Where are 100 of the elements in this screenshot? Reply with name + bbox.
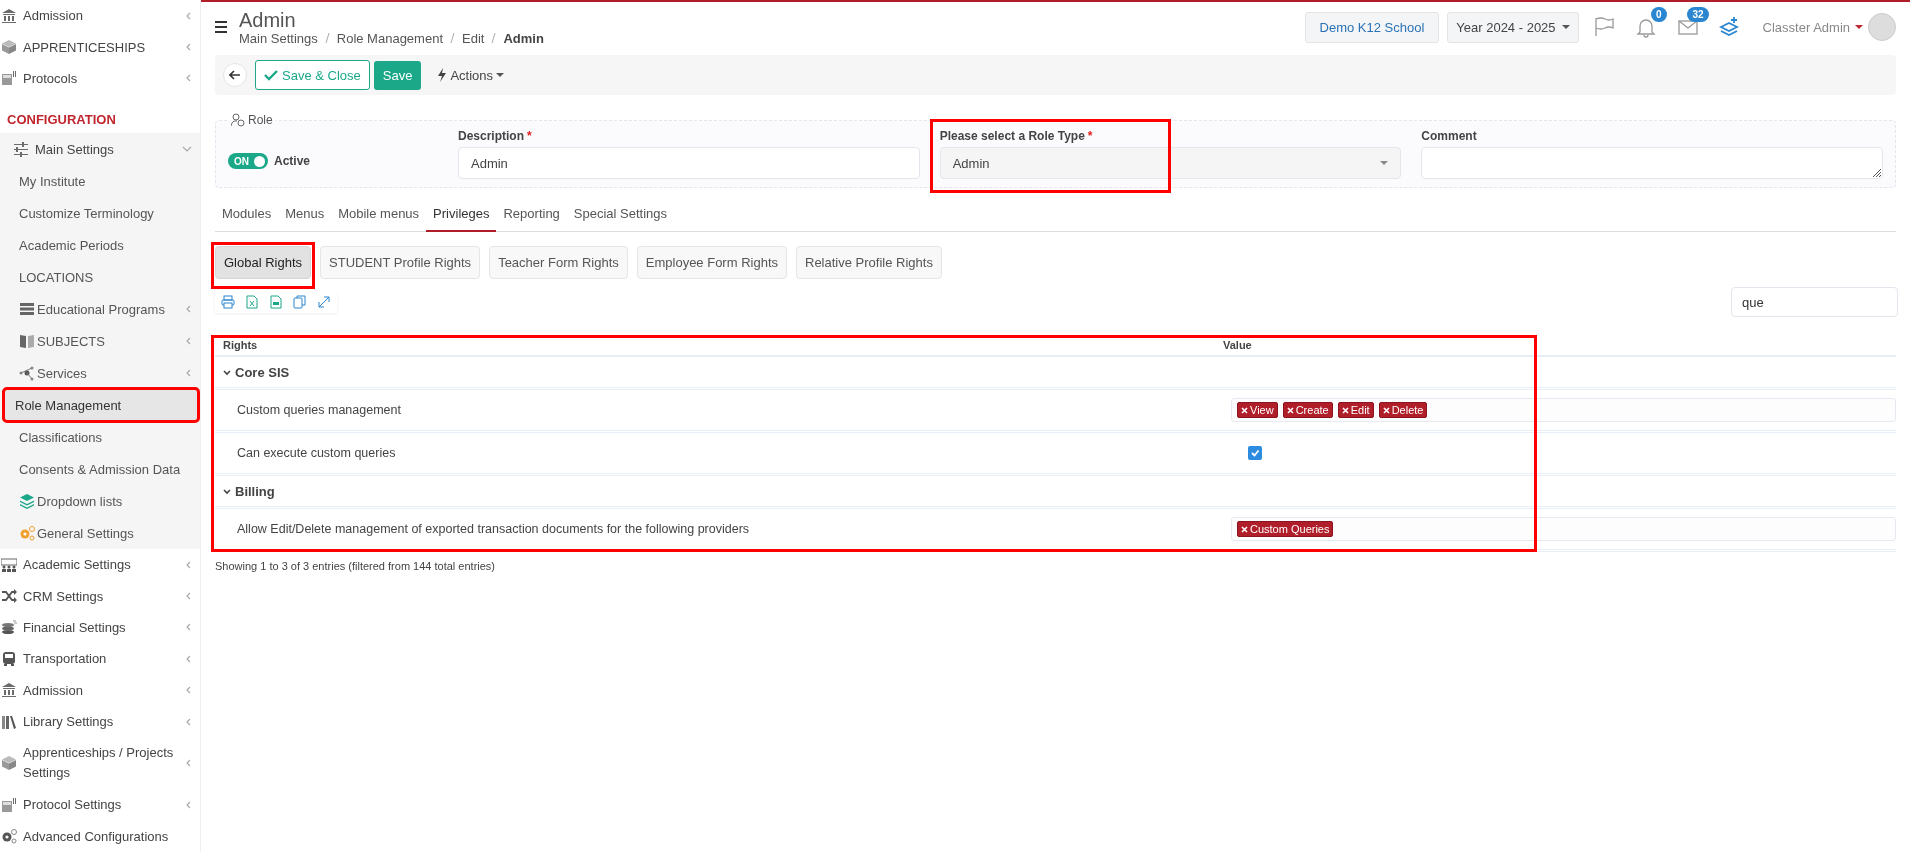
sidebar-item[interactable]: Main Settings (0, 133, 200, 166)
table-info: Showing 1 to 3 of 3 entries (filtered from 144 total entries) (215, 560, 497, 572)
breadcrumb-item[interactable]: Role Management (336, 30, 443, 46)
chevron-down-icon[interactable] (223, 487, 231, 495)
school-button[interactable]: Demo K12 School (1304, 11, 1440, 43)
notification-badge: 0 (1651, 7, 1667, 22)
tag-chip[interactable]: Create (1282, 402, 1333, 418)
role-type-dropdown[interactable]: Admin (939, 147, 1402, 179)
tab[interactable]: Special Settings (566, 198, 675, 232)
remove-icon (1241, 525, 1248, 533)
people-icon (1, 556, 17, 573)
tags-field[interactable]: Custom Queries (1231, 517, 1896, 541)
sidebar-item[interactable]: Admission (0, 674, 200, 706)
flag-icon (1592, 16, 1615, 38)
tab[interactable]: Mobile menus (331, 198, 427, 232)
field-label: Comment (1421, 129, 1477, 143)
page-title: Admin (239, 8, 297, 31)
books-icon (1, 713, 17, 730)
message-badge: 32 (1687, 7, 1709, 22)
sidebar-item[interactable]: Advanced Configurations (0, 820, 200, 852)
section-heading: CONFIGURATION (6, 111, 117, 130)
caret-down-icon (1561, 25, 1570, 29)
sidebar-item[interactable]: Dropdown lists (0, 485, 200, 518)
right-label: Can execute custom queries (236, 446, 397, 460)
sidebar-item[interactable]: Educational Programs (0, 293, 200, 326)
sidebar-item[interactable]: LOCATIONS (0, 261, 200, 294)
tag-chip[interactable]: Edit (1337, 402, 1374, 418)
description-field[interactable]: Admin (458, 147, 920, 179)
tag-chip[interactable]: Delete (1378, 402, 1428, 418)
tags-field[interactable]: View Create Edit Delete (1231, 398, 1896, 422)
required-mark: * (527, 129, 532, 143)
chevron-left-icon (184, 716, 192, 727)
checkbox[interactable] (1248, 446, 1262, 460)
chevron-left-icon (184, 799, 192, 810)
chevron-left-icon (184, 10, 192, 21)
server-icon (19, 301, 35, 318)
sidebar-item[interactable]: Financial Settings (0, 611, 200, 644)
year-dropdown[interactable]: Year 2024 - 2025 (1447, 11, 1579, 43)
right-label: Allow Edit/Delete management of exported transaction documents for the following providers (236, 522, 751, 536)
tab[interactable]: Reporting (496, 198, 567, 232)
print-icon (221, 295, 235, 309)
breadcrumb-item[interactable]: Edit (462, 30, 485, 46)
menu-icon[interactable] (215, 21, 227, 33)
rights-tab[interactable]: Employee Form Rights (636, 246, 787, 279)
chevron-down-icon[interactable] (223, 368, 231, 376)
chevron-left-icon (184, 304, 192, 315)
remove-icon (1286, 406, 1294, 414)
sidebar-item[interactable]: My Institute (0, 165, 200, 198)
search-field[interactable]: que (1731, 287, 1898, 317)
sidebar-item[interactable]: Services (0, 357, 200, 390)
box-icon (1, 755, 17, 772)
sidebar-item[interactable]: SUBJECTS (0, 325, 200, 358)
rights-tab[interactable]: Teacher Form Rights (489, 246, 628, 279)
rights-tab[interactable]: Relative Profile Rights (796, 246, 942, 279)
sidebar-item[interactable]: CRM Settings (0, 580, 200, 612)
check-icon (264, 69, 278, 81)
group-title[interactable]: Core SIS (235, 364, 290, 380)
sidebar-item[interactable]: General Settings (0, 517, 200, 550)
book-icon (19, 333, 35, 350)
resize-grip-icon (1870, 166, 1882, 178)
sidebar-item[interactable]: Customize Terminology (0, 197, 200, 230)
sidebar-item[interactable]: Apprenticeships / Projects Settings (0, 737, 200, 790)
chevron-left-icon (184, 368, 192, 379)
sidebar-item[interactable]: Admission (0, 0, 200, 32)
sidebar-item[interactable]: Protocols (0, 62, 200, 95)
tab[interactable]: Menus (278, 198, 332, 232)
excel-file-icon (245, 295, 259, 309)
sidebar-item[interactable]: Academic Periods (0, 229, 200, 262)
tab[interactable]: Modules (215, 198, 279, 232)
arrow-left-icon (229, 69, 241, 81)
actions-dropdown[interactable]: Actions (431, 66, 511, 84)
tag-chip[interactable]: Custom Queries (1237, 521, 1334, 537)
sidebar-item[interactable]: Consents & Admission Data (0, 453, 200, 486)
sidebar-item[interactable]: Academic Settings (0, 549, 200, 581)
column-header: Value (1223, 339, 1253, 351)
sidebar-item[interactable]: Library Settings (0, 705, 200, 738)
rights-tab[interactable]: STUDENT Profile Rights (320, 246, 481, 279)
sidebar-item[interactable]: Classifications (0, 421, 200, 454)
sidebar-item[interactable]: Transportation (0, 643, 200, 675)
sidebar-item[interactable]: Protocol Settings (0, 789, 200, 821)
breadcrumb-item[interactable]: Main Settings (239, 30, 318, 46)
group-title[interactable]: Billing (235, 483, 275, 499)
chevron-left-icon (184, 336, 192, 347)
tab[interactable]: Privileges (426, 198, 497, 232)
user-name[interactable]: Classter Admin (1762, 19, 1850, 35)
layers-plus-icon (1718, 16, 1741, 38)
gears-icon (19, 525, 35, 542)
rights-tab[interactable]: Global Rights (215, 246, 312, 279)
comment-field[interactable] (1421, 147, 1883, 179)
calculator-icon (1, 796, 17, 813)
remove-icon (1241, 406, 1248, 414)
back-button[interactable] (223, 63, 247, 87)
sidebar-item[interactable]: Role Management (4, 389, 198, 422)
right-label: Custom queries management (236, 403, 402, 417)
sidebar-item[interactable]: APPRENTICESHIPS (0, 31, 200, 63)
bank-icon (1, 682, 17, 699)
caret-down-icon (1855, 25, 1863, 29)
tag-chip[interactable]: View (1237, 402, 1278, 418)
chevron-left-icon (184, 559, 192, 570)
copy-icon (293, 295, 307, 309)
